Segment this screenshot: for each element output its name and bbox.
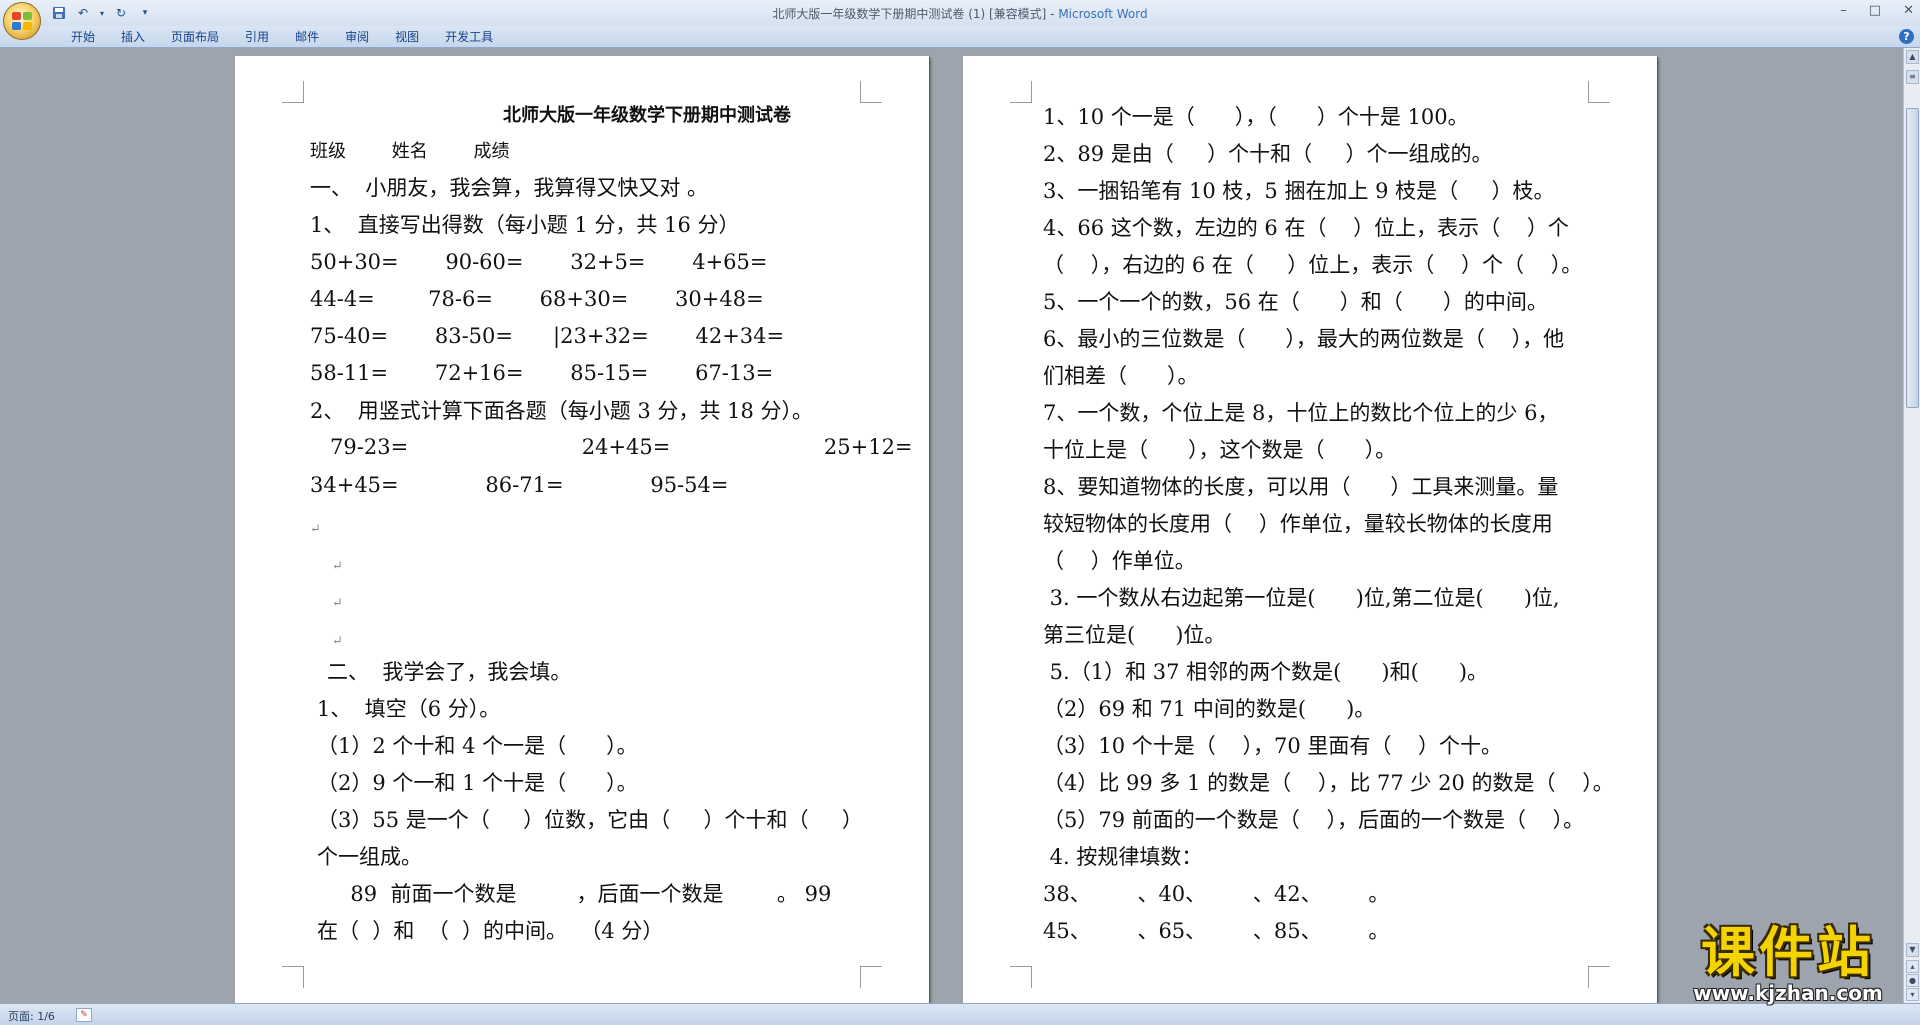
question-line: 十位上是（ ），这个数是（ ）。 [1043,438,1397,462]
question-line: （ ），右边的 6 在（ ）位上，表示（ ）个（ ）。 [1043,253,1583,277]
watermark-text: 课件站 [1701,921,1875,984]
close-icon[interactable]: ✕ [1903,3,1914,18]
paragraph-mark: ↵ [332,559,343,574]
question-line: 3、一捆铅笔有 10 枝，5 捆在加上 9 枝是（ ）枝。 [1043,179,1555,203]
document-page-1[interactable]: 北师大版一年级数学下册期中测试卷 班级 姓名 成绩 一、 小朋友，我会算，我算得… [235,56,929,1016]
section-heading: 一、 小朋友，我会算，我算得又快又对 。 [310,176,709,200]
window-title: 北师大版一年级数学下册期中测试卷 (1) [兼容模式] - Microsoft … [0,5,1920,22]
office-button[interactable] [3,2,41,40]
tab-home[interactable]: 开始 [58,29,108,45]
question-line: 3. 一个数从右边起第一位是( )位,第二位是( )位, [1043,586,1560,610]
question-line: （3）10 个十是（ ），70 里面有（ ）个十。 [1043,734,1503,758]
paragraph-mark: ↵ [332,596,343,611]
scroll-up-icon[interactable]: ▲ [1906,50,1919,64]
question-line: 7、一个数，个位上是 8，十位上的数比个位上的少 6， [1043,401,1559,425]
question-line: （5）79 前面的一个数是（ ），后面的一个数是（ ）。 [1043,808,1585,832]
title-bar: ↶ ▾ ↻ ▾ 北师大版一年级数学下册期中测试卷 (1) [兼容模式] - Mi… [0,0,1920,40]
ribbon-tabs: 开始 插入 页面布局 引用 邮件 审阅 视图 开发工具 [58,29,506,45]
ribbon: 开始 插入 页面布局 引用 邮件 审阅 视图 开发工具 ? [0,26,1920,48]
question-line: （ ）作单位。 [1043,549,1196,573]
question-line: 第三位是( )位。 [1043,623,1226,647]
tab-view[interactable]: 视图 [382,29,432,45]
paragraph-mark: ↵ [332,634,343,649]
question-line: 5.（1）和 37 相邻的两个数是( )和( )。 [1043,660,1489,684]
help-icon[interactable]: ? [1899,29,1914,44]
question-line: （2）69 和 71 中间的数是( )。 [1043,697,1376,721]
arithmetic-row: 34+45= 86-71= 95-54= [310,473,729,497]
question-line: 5、一个一个的数，56 在（ ）和（ ）的中间。 [1043,290,1548,314]
question-line: 较短物体的长度用（ ）作单位，量较长物体的长度用 [1043,512,1553,536]
tab-developer[interactable]: 开发工具 [432,29,506,45]
question-line: （1）2 个十和 4 个一是（ ）。 [317,734,638,758]
question-line: 1、 填空（6 分）。 [317,697,501,721]
tab-page-layout[interactable]: 页面布局 [158,29,232,45]
question-line: 4. 按规律填数： [1043,845,1203,869]
proofing-icon[interactable]: ✎ [76,1008,92,1022]
arithmetic-row: 79-23= 24+45= 25+12= [310,435,913,459]
question-line: 4、66 这个数，左边的 6 在（ ）位上，表示（ ）个 [1043,216,1569,240]
header-info: 班级 姓名 成绩 [310,141,510,162]
tab-references[interactable]: 引用 [232,29,282,45]
question-line: 89 前面一个数是 ，后面一个数是 。 99 [317,882,832,906]
question-line: 1、 直接写出得数（每小题 1 分，共 16 分） [310,213,740,237]
vertical-scrollbar[interactable]: ▲ ≡ ▼ ▴ ● ▾ [1903,48,1920,1003]
minimize-icon[interactable]: – [1840,3,1847,18]
page-2-text: 1、10 个一是（ ），（ ）个十是 100。 2、89 是由（ ）个十和（ ）… [963,56,1657,1016]
page-1-text: 北师大版一年级数学下册期中测试卷 班级 姓名 成绩 一、 小朋友，我会算，我算得… [235,56,929,1016]
question-line: 个一组成。 [317,845,422,869]
question-line: 们相差（ ）。 [1043,364,1199,388]
paragraph-mark: ↵ [310,522,321,537]
question-line: 2、 用竖式计算下面各题（每小题 3 分，共 18 分）。 [310,399,813,423]
document-title: 北师大版一年级数学下册期中测试卷 (1) [兼容模式] - [772,7,1059,21]
arithmetic-row: 50+30= 90-60= 32+5= 4+65= [310,250,768,274]
question-line: 8、要知道物体的长度，可以用（ ）工具来测量。量 [1043,475,1559,499]
arithmetic-row: 75-40= 83-50= |23+32= 42+34= [310,324,785,348]
document-page-2[interactable]: 1、10 个一是（ ），（ ）个十是 100。 2、89 是由（ ）个十和（ ）… [963,56,1657,1016]
watermark-url: www.kjzhan.com [1693,981,1883,1005]
question-line: 2、89 是由（ ）个十和（ ）个一组成的。 [1043,142,1493,166]
tab-mailings[interactable]: 邮件 [282,29,332,45]
question-line: 1、10 个一是（ ），（ ）个十是 100。 [1043,105,1469,129]
question-line: 在（ ）和 （ ）的中间。 （4 分） [317,919,664,943]
arithmetic-row: 44-4= 78-6= 68+30= 30+48= [310,287,764,311]
question-line: （3）55 是一个（ ）位数，它由（ ）个十和（ ） [317,808,863,832]
question-line: 6、最小的三位数是（ ），最大的两位数是（ ），他 [1043,327,1565,351]
tab-review[interactable]: 审阅 [332,29,382,45]
scroll-thumb[interactable] [1906,108,1919,408]
app-name: Microsoft Word [1058,7,1148,21]
document-heading: 北师大版一年级数学下册期中测试卷 [503,105,791,126]
section-heading: 二、 我学会了，我会填。 [327,660,572,684]
page-counter[interactable]: 页面: 1/6 [8,1008,55,1024]
office-logo-icon [12,12,32,30]
arithmetic-row: 58-11= 72+16= 85-15= 67-13= [310,361,774,385]
question-line: 38、 、40、 、42、 。 [1043,882,1390,906]
window-controls: – □ ✕ [1840,3,1914,18]
question-line: （2）9 个一和 1 个十是（ ）。 [317,771,638,795]
maximize-icon[interactable]: □ [1869,3,1881,18]
status-bar: 页面: 1/6 ✎ [0,1003,1920,1025]
watermark: 课件站 www.kjzhan.com [1668,921,1908,1006]
question-line: （4）比 99 多 1 的数是（ ），比 77 少 20 的数是（ ）。 [1043,771,1614,795]
tab-insert[interactable]: 插入 [108,29,158,45]
question-line: 45、 、65、 、85、 。 [1043,919,1390,943]
ruler-toggle-icon[interactable]: ≡ [1906,70,1919,84]
document-workspace[interactable]: 北师大版一年级数学下册期中测试卷 班级 姓名 成绩 一、 小朋友，我会算，我算得… [0,48,1903,1016]
